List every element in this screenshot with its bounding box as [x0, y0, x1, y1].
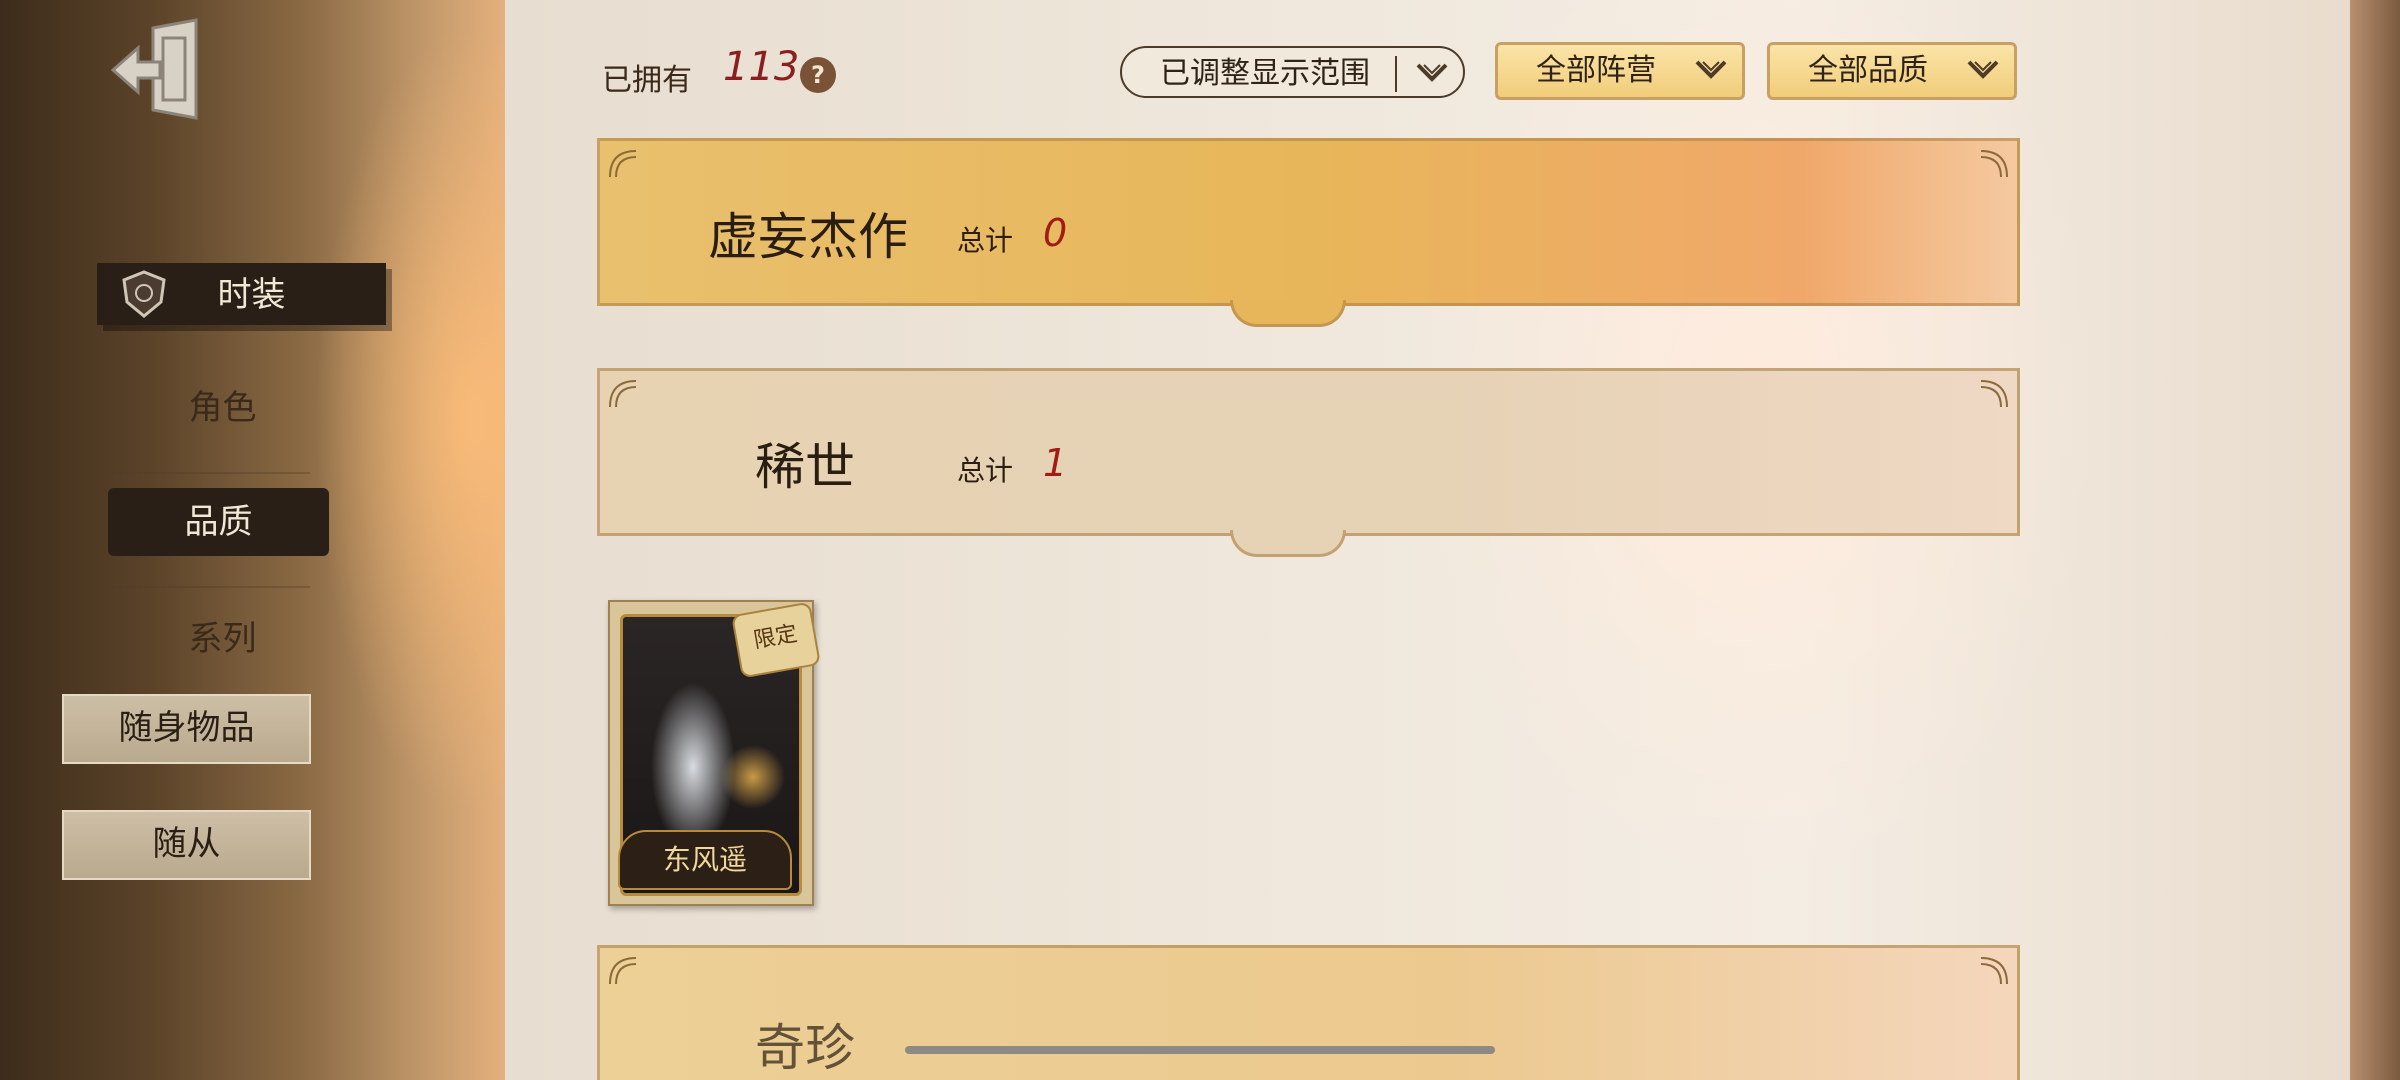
- filter-label: 全部阵营: [1536, 53, 1656, 88]
- display-range-filter[interactable]: 已调整显示范围: [1120, 46, 1465, 98]
- chevron-down-icon: [1416, 63, 1448, 82]
- exit-button[interactable]: [108, 18, 208, 122]
- divider: [110, 472, 310, 474]
- faction-filter[interactable]: 全部阵营: [1495, 42, 1745, 100]
- section-banner[interactable]: 奇珍: [597, 945, 2020, 1080]
- owned-count: 113: [723, 44, 800, 90]
- card-name: 东风遥: [618, 830, 792, 890]
- section-title: 奇珍: [755, 1019, 855, 1077]
- panel-edge: [2350, 0, 2400, 1080]
- corner-ornament-icon: [1980, 380, 2008, 408]
- shield-emblem-icon: [122, 270, 166, 318]
- filter-label: 已调整显示范围: [1160, 56, 1370, 91]
- section-banner[interactable]: 虚妄杰作 总计 0: [597, 138, 2020, 327]
- help-icon[interactable]: ?: [800, 57, 836, 93]
- corner-ornament-icon: [609, 957, 637, 985]
- sidebar: 时装 角色 品质 系列 随身物品 随从: [0, 0, 505, 1080]
- section-title: 虚妄杰作: [708, 208, 908, 266]
- chevron-down-icon: [1967, 60, 1999, 79]
- filter-label: 全部品质: [1808, 53, 1928, 88]
- exit-door-icon: [110, 18, 198, 120]
- section-total-label: 总计: [957, 224, 1014, 257]
- section-banner[interactable]: 稀世 总计 1: [597, 368, 2020, 557]
- corner-ornament-icon: [1980, 957, 2008, 985]
- sidebar-item-label: 随身物品: [118, 708, 255, 748]
- quality-filter[interactable]: 全部品质: [1767, 42, 2017, 100]
- corner-ornament-icon: [1980, 150, 2008, 178]
- sidebar-item-character[interactable]: 角色: [0, 376, 445, 440]
- sidebar-item-label: 系列: [188, 619, 257, 659]
- sidebar-item-accessories[interactable]: 随身物品: [62, 694, 311, 764]
- sidebar-item-label: 时装: [217, 275, 286, 315]
- costume-card[interactable]: 限定 东风遥: [608, 600, 821, 906]
- sidebar-item-series[interactable]: 系列: [0, 607, 445, 671]
- sidebar-item-label: 品质: [184, 502, 253, 542]
- divider: [110, 586, 310, 588]
- limited-badge: 限定: [731, 601, 821, 679]
- section-total-label: 总计: [957, 454, 1014, 487]
- owned-label: 已拥有: [602, 63, 692, 98]
- section-total-value: 0: [1043, 211, 1068, 255]
- divider: [1395, 56, 1397, 92]
- sidebar-item-fashion[interactable]: 时装: [97, 263, 386, 325]
- section-title: 稀世: [755, 438, 855, 496]
- home-indicator[interactable]: [905, 1046, 1495, 1054]
- sidebar-item-quality[interactable]: 品质: [108, 488, 329, 556]
- sidebar-item-label: 角色: [188, 388, 257, 428]
- banner-notch: [1230, 300, 1346, 327]
- banner-notch: [1230, 530, 1346, 557]
- chevron-down-icon: [1695, 60, 1727, 79]
- corner-ornament-icon: [609, 380, 637, 408]
- corner-ornament-icon: [609, 150, 637, 178]
- section-total-value: 1: [1043, 441, 1068, 485]
- sidebar-item-label: 随从: [152, 824, 221, 864]
- sidebar-item-followers[interactable]: 随从: [62, 810, 311, 880]
